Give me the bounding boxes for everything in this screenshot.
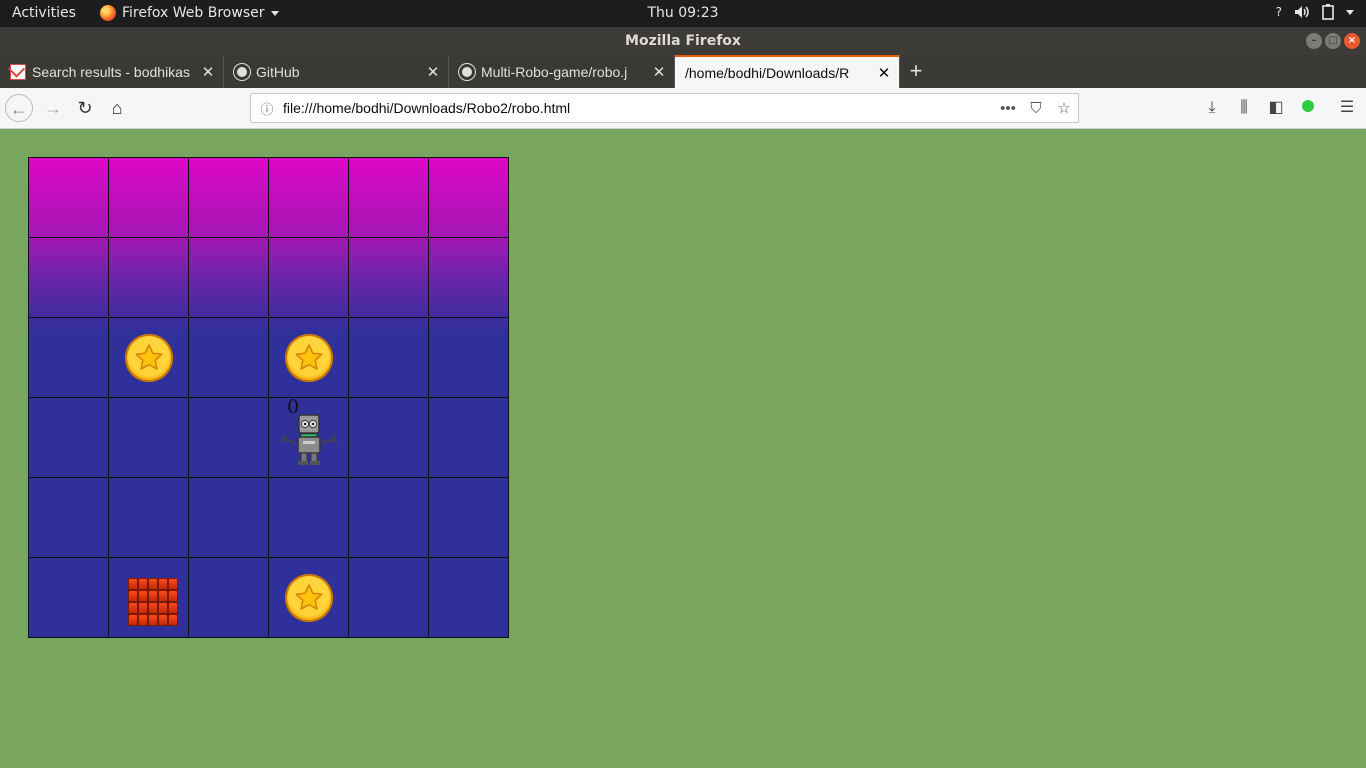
close-tab-icon[interactable]: ✕ <box>424 63 442 81</box>
close-window-button[interactable]: × <box>1344 33 1360 49</box>
tab-label: Search results - bodhikas <box>32 63 190 80</box>
grid-cell <box>429 558 508 637</box>
hamburger-menu-icon[interactable]: ☰ <box>1335 96 1359 120</box>
maximize-button[interactable]: □ <box>1325 33 1341 49</box>
extension-icon[interactable] <box>1296 96 1320 120</box>
grid-cell <box>29 478 109 558</box>
tab-strip: Search results - bodhikas ✕ GitHub ✕ Mul… <box>0 55 1366 88</box>
grid-cell <box>29 238 109 318</box>
sidebar-icon[interactable]: ◧ <box>1264 96 1288 120</box>
gmail-icon <box>10 63 26 80</box>
home-button[interactable]: ⌂ <box>103 94 131 122</box>
grid-cell <box>29 558 109 637</box>
forward-button[interactable]: → <box>39 94 67 122</box>
tab-github[interactable]: GitHub ✕ <box>224 55 449 88</box>
volume-icon[interactable] <box>1294 5 1310 19</box>
grid-cell <box>429 398 508 478</box>
app-menu[interactable]: Firefox Web Browser <box>100 5 279 21</box>
coin-icon <box>285 334 333 382</box>
grid-cell <box>189 318 269 398</box>
tab-label: /home/bodhi/Downloads/R <box>685 64 850 81</box>
clock[interactable]: Thu 09:23 <box>647 5 718 21</box>
downloads-icon[interactable]: ⤓ <box>1200 96 1224 120</box>
minimize-button[interactable]: – <box>1306 33 1322 49</box>
library-icon[interactable]: ⫼ <box>1232 96 1256 120</box>
grid-cell <box>29 158 109 238</box>
activities-button[interactable]: Activities <box>12 5 76 21</box>
grid-cell <box>269 478 349 558</box>
grid-cell <box>189 558 269 637</box>
app-menu-label: Firefox Web Browser <box>122 5 265 21</box>
site-info-icon[interactable]: ⓘ <box>251 99 283 118</box>
coin-icon <box>285 574 333 622</box>
grid-cell <box>429 158 508 238</box>
system-tray[interactable]: ? <box>1276 4 1354 20</box>
tab-multi-robo-game[interactable]: Multi-Robo-game/robo.j ✕ <box>449 55 675 88</box>
system-menu-caret-icon[interactable] <box>1346 9 1354 15</box>
url-bar[interactable]: ⓘ file:///home/bodhi/Downloads/Robo2/rob… <box>250 93 1079 123</box>
grid-cell <box>349 478 429 558</box>
grid-cell <box>269 158 349 238</box>
close-tab-icon[interactable]: ✕ <box>650 63 668 81</box>
tab-search-results[interactable]: Search results - bodhikas ✕ <box>0 55 224 88</box>
coin-icon <box>125 334 173 382</box>
window-title: Mozilla Firefox <box>625 33 741 49</box>
grid-cell <box>349 158 429 238</box>
tab-robo-html[interactable]: /home/bodhi/Downloads/R ✕ <box>675 55 900 88</box>
grid-cell <box>109 158 189 238</box>
grid-cell <box>189 158 269 238</box>
grid-cell <box>189 478 269 558</box>
close-tab-icon[interactable]: ✕ <box>199 63 217 81</box>
firefox-icon <box>100 5 116 21</box>
close-tab-icon[interactable]: ✕ <box>875 64 893 82</box>
grid-cell <box>29 398 109 478</box>
grid-cell <box>349 318 429 398</box>
grid-cell <box>429 318 508 398</box>
bookmark-star-icon[interactable]: ☆ <box>1050 99 1078 117</box>
grid-cell <box>349 558 429 637</box>
grid-cell <box>349 238 429 318</box>
grid-cell <box>189 238 269 318</box>
brick-wall-icon <box>128 578 178 626</box>
navigation-bar: ← → ↻ ⌂ ⓘ file:///home/bodhi/Downloads/R… <box>0 88 1366 129</box>
game-board: 0 <box>28 157 509 638</box>
gnome-top-bar: Activities Firefox Web Browser Thu 09:23… <box>0 0 1366 27</box>
reload-button[interactable]: ↻ <box>71 94 99 122</box>
grid-cell <box>269 238 349 318</box>
page-actions-icon[interactable]: ••• <box>994 100 1022 117</box>
tab-label: Multi-Robo-game/robo.j <box>481 63 628 80</box>
new-tab-button[interactable]: + <box>904 59 928 83</box>
grid-cell <box>429 238 508 318</box>
github-icon <box>459 63 475 80</box>
battery-icon[interactable] <box>1322 4 1334 20</box>
robot-icon[interactable] <box>281 413 337 472</box>
github-icon <box>234 63 250 80</box>
grid-cell <box>189 398 269 478</box>
grid-cell <box>429 478 508 558</box>
url-text[interactable]: file:///home/bodhi/Downloads/Robo2/robo.… <box>283 100 994 116</box>
grid-cell <box>109 398 189 478</box>
tab-label: GitHub <box>256 63 300 80</box>
chevron-down-icon <box>270 10 279 16</box>
help-icon[interactable]: ? <box>1276 5 1282 19</box>
back-button[interactable]: ← <box>5 94 33 122</box>
grid-cell <box>109 238 189 318</box>
grid-cell <box>349 398 429 478</box>
grid-cell <box>29 318 109 398</box>
pocket-icon[interactable]: ⛉ <box>1022 100 1050 117</box>
window-title-bar: Mozilla Firefox – □ × <box>0 27 1366 55</box>
grid-cell <box>109 478 189 558</box>
